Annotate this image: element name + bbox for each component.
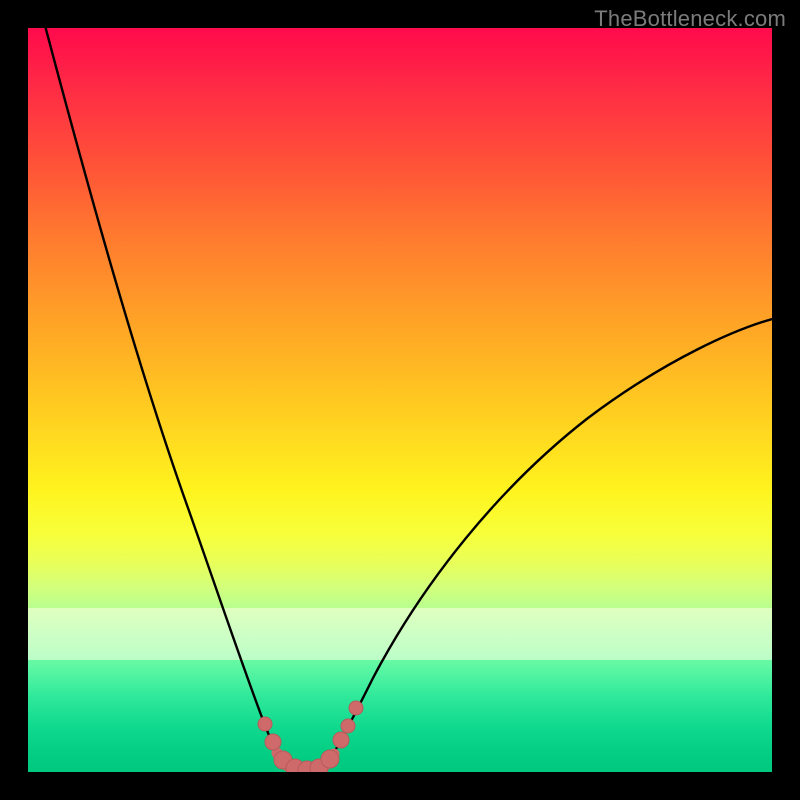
marker-group: [258, 701, 363, 772]
curve-layer: [28, 28, 772, 772]
marker-dot: [333, 732, 349, 748]
marker-dot: [265, 734, 281, 750]
watermark-text: TheBottleneck.com: [594, 6, 786, 32]
outer-frame: TheBottleneck.com: [0, 0, 800, 800]
curve-right-branch: [325, 318, 772, 767]
curve-left-branch: [43, 28, 285, 767]
marker-dot: [258, 717, 272, 731]
marker-dot: [321, 750, 339, 768]
plot-area: [28, 28, 772, 772]
marker-dot: [341, 719, 355, 733]
marker-dot: [349, 701, 363, 715]
